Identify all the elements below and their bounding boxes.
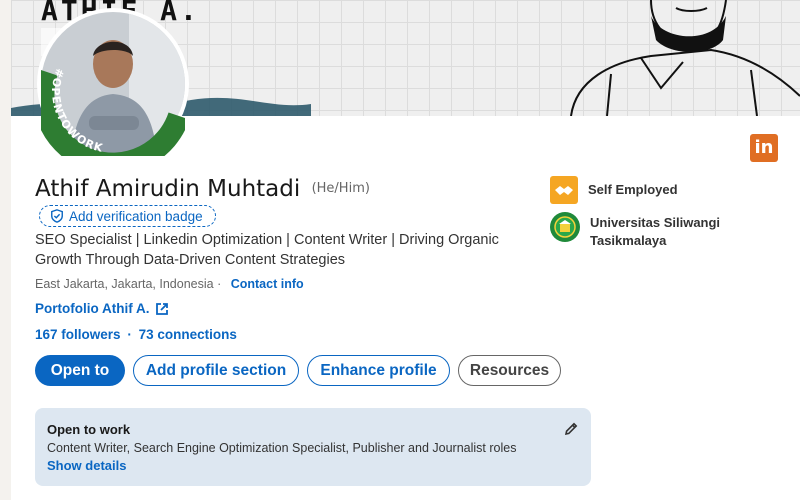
show-details-link[interactable]: Show details <box>47 458 579 473</box>
add-verification-badge-button[interactable]: Add verification badge <box>39 205 216 227</box>
experience-label: Self Employed <box>588 182 678 197</box>
external-link-icon <box>156 302 169 315</box>
separator: · <box>127 327 132 342</box>
followers-link[interactable]: 167 followers <box>35 327 121 342</box>
location-line: East Jakarta, Jakarta, Indonesia · Conta… <box>35 277 304 291</box>
profile-card: ATHIF A. #OPENTOWORK in Athif A <box>11 0 800 500</box>
profile-headline: SEO Specialist | Linkedin Optimization |… <box>35 232 499 268</box>
handshake-icon <box>550 176 578 204</box>
profile-name-line: Athif Amirudin Muhtadi (He/Him) <box>35 176 370 202</box>
portfolio-link[interactable]: Portofolio Athif A. <box>35 301 169 316</box>
contact-info-link[interactable]: Contact info <box>231 277 304 291</box>
linkedin-icon[interactable]: in <box>750 134 778 162</box>
connections-link[interactable]: 73 connections <box>139 327 237 342</box>
profile-photo[interactable]: #OPENTOWORK <box>37 8 189 160</box>
resources-button[interactable]: Resources <box>458 355 561 386</box>
add-profile-section-button[interactable]: Add profile section <box>133 355 299 386</box>
enhance-profile-button[interactable]: Enhance profile <box>307 355 450 386</box>
open-to-work-card: Open to work Content Writer, Search Engi… <box>35 408 591 486</box>
university-logo <box>550 212 580 242</box>
open-to-work-roles: Content Writer, Search Engine Optimizati… <box>47 441 517 455</box>
open-to-button[interactable]: Open to <box>35 355 125 386</box>
pencil-icon[interactable] <box>563 421 579 437</box>
location-text: East Jakarta, Jakarta, Indonesia <box>35 277 214 291</box>
profile-actions: Open to Add profile section Enhance prof… <box>35 355 561 386</box>
open-to-work-title: Open to work <box>47 422 131 437</box>
education-university[interactable]: Universitas Siliwangi Tasikmalaya <box>550 212 740 250</box>
verification-label: Add verification badge <box>69 208 203 224</box>
separator: · <box>217 277 222 291</box>
shield-check-icon <box>51 209 63 223</box>
profile-name: Athif Amirudin Muhtadi <box>35 176 301 202</box>
avatar: #OPENTOWORK <box>41 12 185 156</box>
pronouns: (He/Him) <box>311 181 370 196</box>
portfolio-label: Portofolio Athif A. <box>35 301 150 316</box>
education-label: Universitas Siliwangi Tasikmalaya <box>590 215 721 248</box>
experience-self-employed[interactable]: Self Employed <box>550 176 678 204</box>
network-stats: 167 followers · 73 connections <box>35 327 237 342</box>
